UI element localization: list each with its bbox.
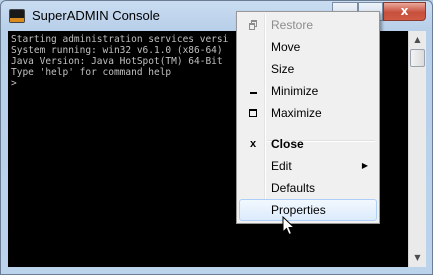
menu-item-label: Maximize: [271, 106, 322, 120]
menu-item-properties[interactable]: Properties: [239, 199, 377, 221]
menu-item-size[interactable]: Size: [239, 58, 377, 80]
menu-item-label: Size: [271, 62, 295, 76]
menu-item-move[interactable]: Move: [239, 36, 377, 58]
scroll-down-arrow-icon[interactable]: ▼: [410, 250, 425, 266]
menu-item-restore[interactable]: Restore: [239, 14, 377, 36]
menu-item-label: Defaults: [271, 181, 316, 195]
console-app-icon[interactable]: [9, 9, 25, 23]
menu-item-minimize[interactable]: Minimize: [239, 80, 377, 102]
restore-icon: [245, 14, 261, 36]
scroll-up-arrow-icon[interactable]: ▲: [410, 32, 425, 48]
maximize-icon: [245, 102, 261, 124]
minimize-icon: [245, 80, 261, 102]
menu-item-label: Close: [271, 137, 304, 151]
menu-item-label: Edit: [271, 159, 292, 173]
menu-item-label: Move: [271, 40, 301, 54]
menu-item-maximize[interactable]: Maximize: [239, 102, 377, 124]
close-icon: x: [400, 4, 409, 18]
mouse-cursor-icon: [282, 216, 296, 236]
window-title: SuperADMIN Console: [32, 8, 160, 23]
vertical-scrollbar[interactable]: ▲ ▼: [408, 31, 426, 267]
menu-item-edit[interactable]: Edit ▶: [239, 155, 377, 177]
menu-item-label: Properties: [271, 203, 326, 217]
close-button[interactable]: x: [383, 2, 426, 21]
close-icon: x: [249, 138, 257, 150]
menu-item-defaults[interactable]: Defaults: [239, 177, 377, 199]
scroll-thumb[interactable]: [410, 49, 425, 67]
menu-item-label: Minimize: [271, 84, 319, 98]
menu-item-close[interactable]: x Close: [239, 133, 377, 155]
menu-item-label: Restore: [271, 18, 314, 32]
submenu-arrow-icon: ▶: [361, 161, 368, 170]
system-menu: Restore Move Size Minimize Maximize x Cl…: [236, 11, 380, 224]
